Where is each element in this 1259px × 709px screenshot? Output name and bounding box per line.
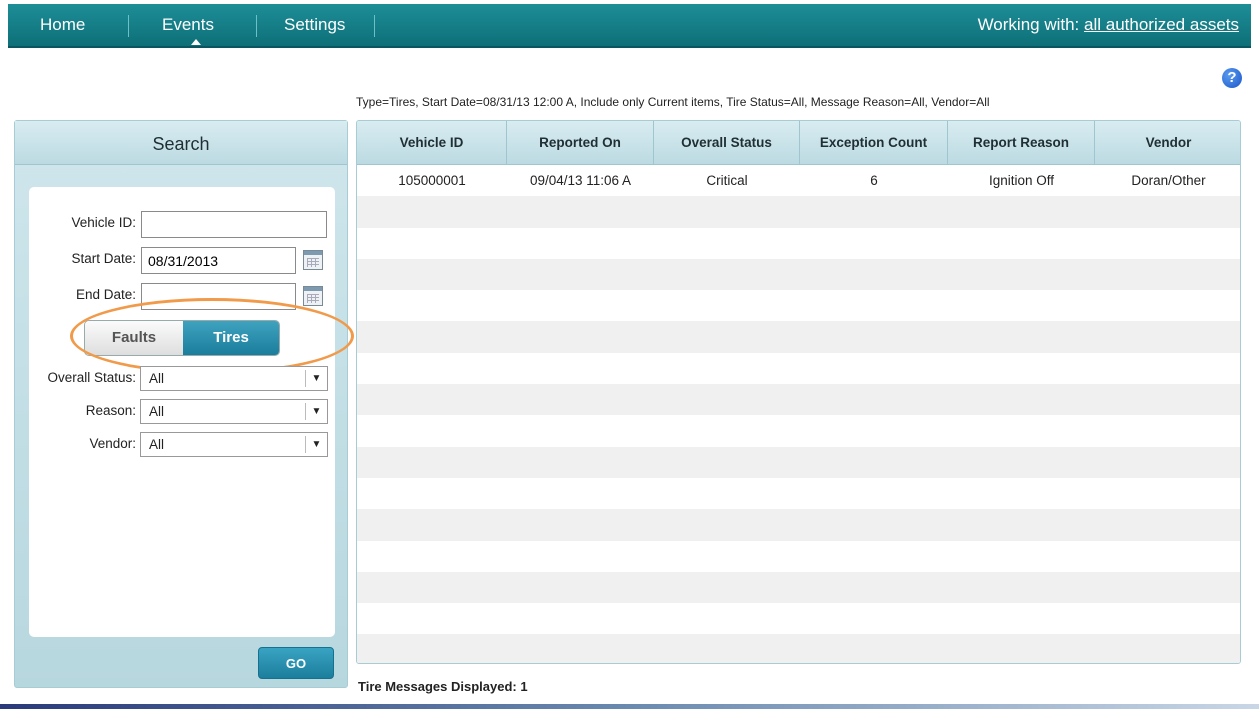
table-row[interactable]: 105000001 09/04/13 11:06 A Critical 6 Ig…: [357, 165, 1240, 196]
top-nav-bar: Home Events Settings Working with: all a…: [8, 4, 1251, 48]
empty-row: [357, 196, 1240, 228]
empty-row: [357, 603, 1240, 634]
end-date-label: End Date:: [75, 287, 136, 302]
nav-settings[interactable]: Settings: [284, 4, 345, 46]
cell-report-reason: Ignition Off: [988, 173, 1055, 188]
bottom-divider: [0, 704, 1259, 709]
empty-row: [357, 541, 1240, 572]
active-tab-indicator: [191, 39, 201, 45]
help-icon[interactable]: ?: [1222, 68, 1242, 88]
tires-toggle-button[interactable]: Tires: [183, 321, 279, 355]
empty-row: [357, 446, 1240, 478]
nav-events[interactable]: Events: [162, 4, 214, 46]
empty-row: [357, 353, 1240, 384]
empty-row: [357, 384, 1240, 416]
vendor-select[interactable]: All ▼: [140, 432, 328, 457]
empty-row: [357, 634, 1240, 663]
column-header[interactable]: Report Reason: [948, 121, 1095, 165]
column-header[interactable]: Exception Count: [800, 121, 948, 165]
search-title: Search: [15, 121, 347, 165]
overall-status-select[interactable]: All ▼: [140, 366, 328, 391]
cell-reported-on: 09/04/13 11:06 A: [529, 173, 632, 188]
end-date-input[interactable]: [141, 283, 296, 310]
reason-label: Reason:: [85, 403, 136, 418]
column-header[interactable]: Vehicle ID: [357, 121, 507, 165]
vehicle-id-label: Vehicle ID:: [71, 215, 136, 230]
grid-header: Vehicle ID Reported On Overall Status Ex…: [357, 121, 1240, 165]
nav-home[interactable]: Home: [40, 4, 85, 46]
empty-row: [357, 321, 1240, 353]
faults-toggle-button[interactable]: Faults: [85, 321, 183, 355]
reason-select[interactable]: All ▼: [140, 399, 328, 424]
nav-separator: [128, 15, 129, 37]
vendor-label: Vendor:: [89, 436, 136, 451]
vehicle-id-input[interactable]: [141, 211, 327, 238]
cell-vendor: Doran/Other: [1131, 173, 1206, 188]
empty-row: [357, 571, 1240, 604]
overall-status-label: Overall Status:: [47, 370, 136, 385]
vendor-value: All: [149, 437, 165, 452]
reason-value: All: [149, 404, 165, 419]
empty-row: [357, 258, 1240, 291]
working-with-link[interactable]: all authorized assets: [1084, 15, 1239, 34]
start-date-label: Start Date:: [71, 251, 136, 266]
chevron-down-icon[interactable]: ▼: [305, 370, 327, 387]
messages-displayed-count: Tire Messages Displayed: 1: [358, 679, 528, 694]
nav-separator: [256, 15, 257, 37]
chevron-down-icon[interactable]: ▼: [305, 403, 327, 420]
type-toggle: Faults Tires: [84, 320, 280, 356]
empty-row: [357, 415, 1240, 446]
start-date-input[interactable]: [141, 247, 296, 274]
working-with-label: Working with:: [977, 15, 1080, 34]
chevron-down-icon[interactable]: ▼: [305, 436, 327, 453]
results-grid: Vehicle ID Reported On Overall Status Ex…: [356, 120, 1241, 664]
column-header[interactable]: Overall Status: [654, 121, 800, 165]
go-button[interactable]: GO: [258, 647, 334, 679]
filter-summary: Type=Tires, Start Date=08/31/13 12:00 A,…: [356, 95, 990, 109]
empty-row: [357, 228, 1240, 259]
working-with: Working with: all authorized assets: [978, 4, 1239, 46]
column-header[interactable]: Reported On: [507, 121, 654, 165]
cell-overall-status: Critical: [706, 173, 748, 188]
grid-rows: 105000001 09/04/13 11:06 A Critical 6 Ig…: [357, 165, 1240, 663]
empty-row: [357, 290, 1240, 321]
calendar-icon[interactable]: [303, 250, 323, 270]
empty-row: [357, 478, 1240, 509]
empty-row: [357, 509, 1240, 541]
nav-separator: [374, 15, 375, 37]
cell-exception-count: 6: [870, 173, 878, 188]
calendar-icon[interactable]: [303, 286, 323, 306]
cell-vehicle-id: 105000001: [398, 173, 466, 188]
column-header[interactable]: Vendor: [1095, 121, 1240, 165]
overall-status-value: All: [149, 371, 165, 386]
